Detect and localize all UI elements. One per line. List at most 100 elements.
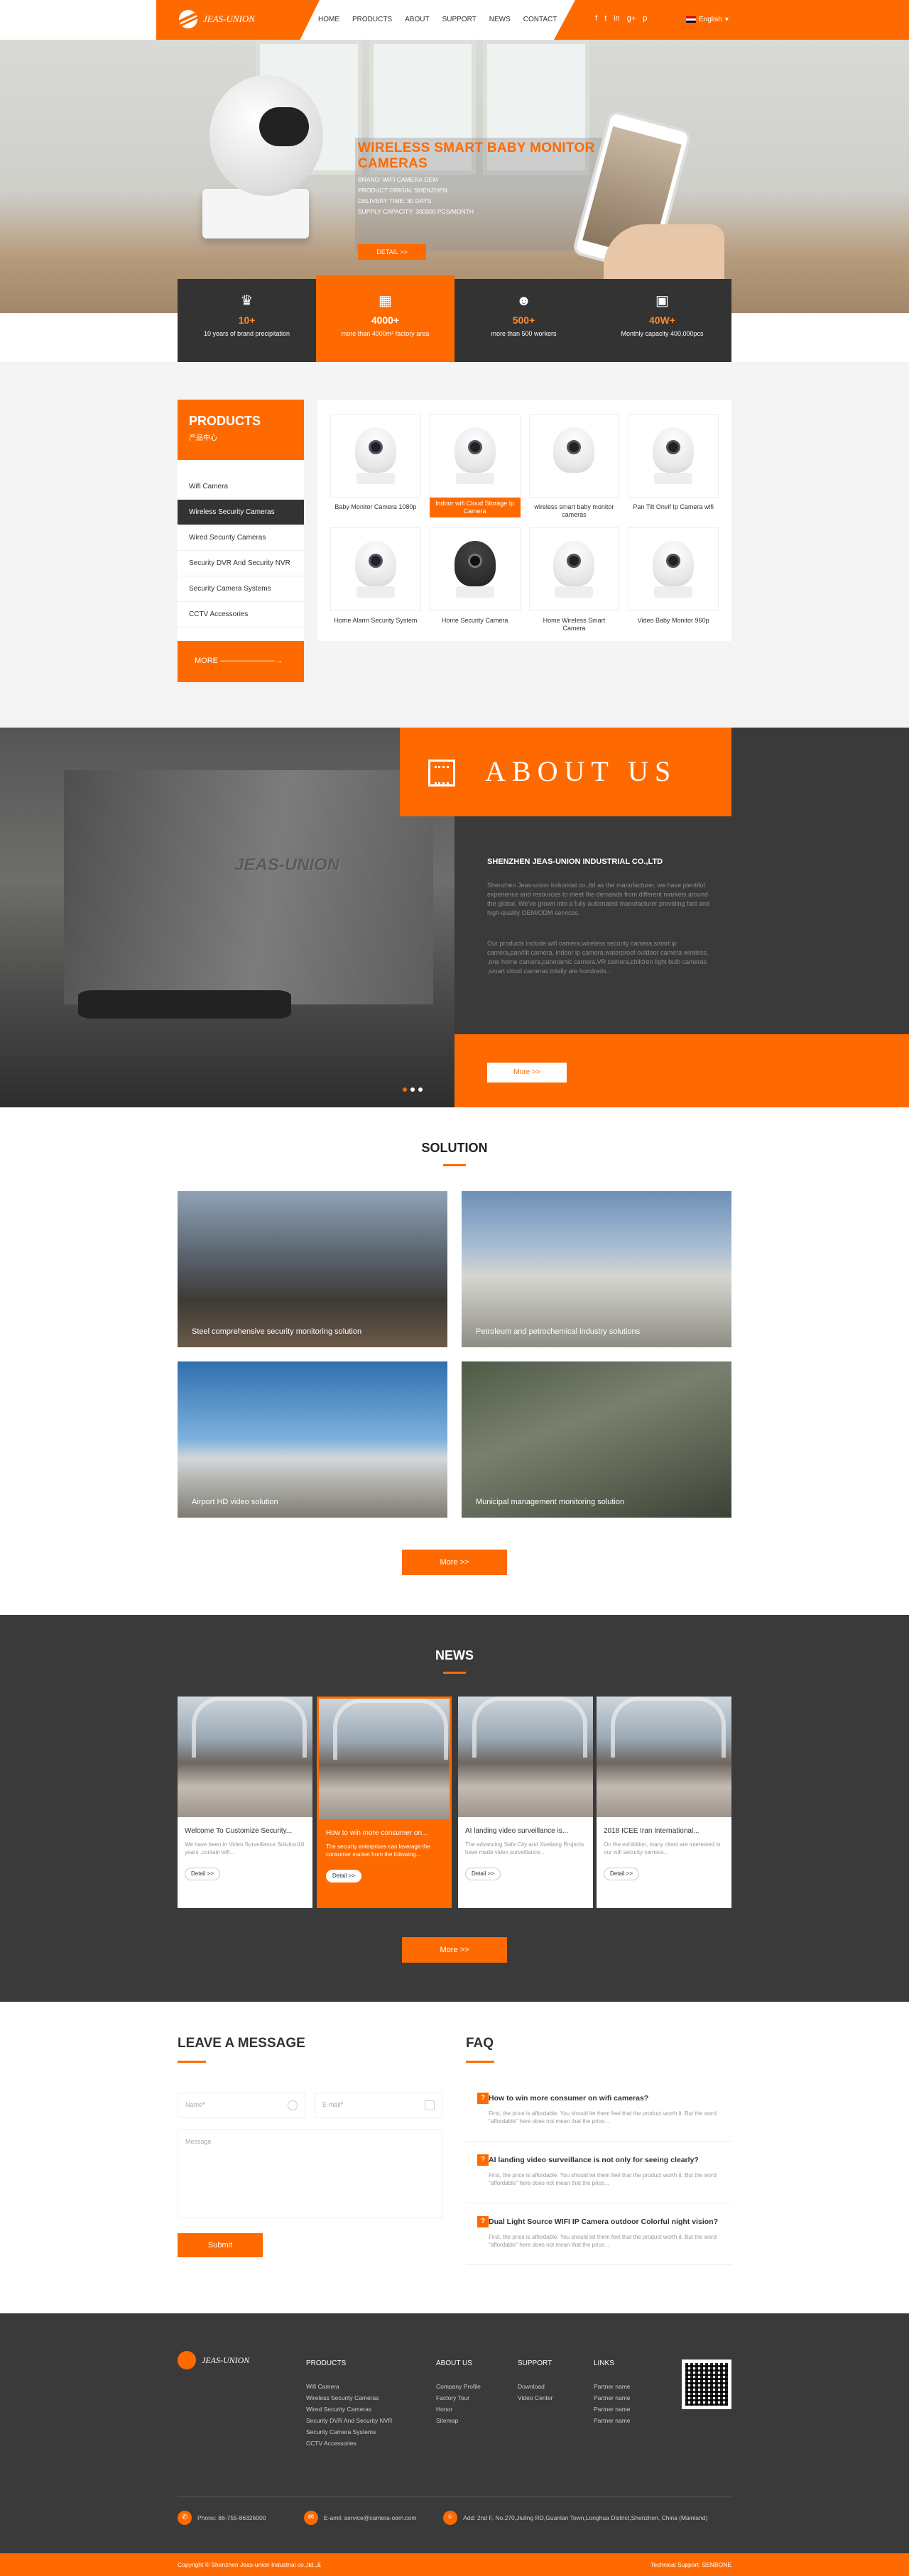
product-card-selected[interactable]: Indoor wifi Cloud Storage Ip Camera	[429, 414, 521, 519]
product-card[interactable]: wireless smart baby monitor cameras	[528, 414, 620, 519]
solution-caption: Municipal management monitoring solution	[476, 1498, 625, 1506]
product-image	[330, 414, 421, 498]
camera-image	[454, 541, 496, 586]
solution-card[interactable]: Petroleum and petrochemical industry sol…	[462, 1191, 731, 1347]
office-wall	[64, 770, 433, 1004]
site-logo[interactable]: JEAS-UNION	[179, 10, 255, 28]
nav-home[interactable]: HOME	[318, 16, 339, 23]
footer-link[interactable]: Wired Security Cameras	[306, 2404, 392, 2415]
hero-detail-button[interactable]: DETAIL >>	[358, 244, 426, 260]
solution-more-button[interactable]: More >>	[402, 1550, 507, 1575]
footer-link[interactable]: CCTV Accessories	[306, 2438, 392, 2449]
product-card[interactable]: Baby Monitor Camera 1080p	[330, 414, 421, 519]
crown-icon: ♛	[240, 293, 254, 309]
google-plus-icon[interactable]: g+	[627, 14, 636, 23]
nav-about[interactable]: ABOUT	[405, 16, 429, 23]
carousel-dot[interactable]	[403, 1087, 407, 1092]
camera-lens	[567, 554, 582, 568]
footer-link[interactable]: Security Camera Systems	[306, 2426, 392, 2438]
solution-card[interactable]: Airport HD video solution	[178, 1361, 447, 1518]
footer-link[interactable]: Partner name	[594, 2381, 631, 2392]
footer-link[interactable]: Company Profile	[436, 2381, 481, 2392]
footer-link[interactable]: Security DVR And Security NVR	[306, 2415, 392, 2426]
stat-number: 4000+	[371, 314, 400, 326]
meeting-table	[78, 990, 291, 1019]
news-card[interactable]: 2018 ICEE Iran International... On the e…	[597, 1697, 731, 1908]
solution-caption: Airport HD video solution	[192, 1498, 278, 1506]
news-title-text: 2018 ICEE Iran International...	[604, 1827, 700, 1835]
footer-link[interactable]: Sitemap	[436, 2415, 481, 2426]
nav-support[interactable]: SUPPORT	[442, 16, 477, 23]
carousel-dot[interactable]	[410, 1087, 415, 1092]
faq-item[interactable]: ? How to win more consumer on wifi camer…	[466, 2088, 731, 2142]
solution-card[interactable]: Steel comprehensive security monitoring …	[178, 1191, 447, 1347]
pinterest-icon[interactable]: p	[643, 14, 647, 23]
twitter-icon[interactable]: t	[604, 14, 606, 23]
footer-link[interactable]: Video Center	[518, 2392, 553, 2404]
category-item[interactable]: Wifi Camera	[178, 474, 304, 500]
product-card[interactable]: Video Baby Monitor 960p	[628, 527, 719, 632]
footer-logo[interactable]: JEAS-UNION	[178, 2351, 249, 2369]
company-name: SHENZHEN JEAS-UNION INDUSTRIAL CO.,LTD	[487, 857, 663, 866]
footer-email[interactable]: ✉ E-amil: service@camera-oem.com	[304, 2511, 417, 2525]
nav-products[interactable]: PRODUCTS	[352, 16, 392, 23]
footer-about: ABOUT US Company Profile Factory Tour Ho…	[436, 2358, 481, 2426]
products-subtitle: 产品中心	[189, 434, 217, 442]
product-name: Video Baby Monitor 960p	[637, 617, 709, 624]
news-card[interactable]: Welcome To Customize Security... We have…	[178, 1697, 312, 1908]
qr-code-pattern	[685, 2363, 728, 2406]
title-underline	[443, 1672, 466, 1674]
news-image	[319, 1699, 450, 1819]
social-links: f t in g+ p	[595, 14, 647, 23]
product-card[interactable]: Home Security Camera	[429, 527, 521, 632]
carousel-dot[interactable]	[418, 1087, 423, 1092]
required-mark: *	[340, 2101, 344, 2108]
news-card[interactable]: AI landing video surveillance is... The …	[458, 1697, 593, 1908]
news-more-button[interactable]: More >>	[402, 1937, 507, 1963]
news-detail-button[interactable]: Detail >>	[465, 1868, 501, 1880]
stat-workers: ☻ 500+ more than 500 workers	[454, 279, 593, 362]
product-name: wireless smart baby monitor cameras	[534, 503, 614, 518]
footer-products: PRODUCTS Wifi Camera Wireless Security C…	[306, 2358, 392, 2449]
news-detail-button[interactable]: Detail >>	[604, 1868, 639, 1880]
camera-lens	[467, 440, 482, 454]
faq-item[interactable]: ? AI landing video surveillance is not o…	[466, 2150, 731, 2203]
faq-item[interactable]: ? Dual Light Source WIFI IP Camera outdo…	[466, 2212, 731, 2265]
technical-support-text[interactable]: Technical Support: SENBONE	[651, 2561, 731, 2568]
required-mark: *	[202, 2101, 205, 2108]
news-card-selected[interactable]: How to win more consumer on... The secur…	[317, 1697, 452, 1908]
product-name: Home Security Camera	[441, 617, 508, 624]
footer-link[interactable]: Partner name	[594, 2415, 631, 2426]
linkedin-icon[interactable]: in	[614, 14, 620, 23]
category-item[interactable]: Wired Security Cameras	[178, 525, 304, 551]
footer-link[interactable]: Partner name	[594, 2392, 631, 2404]
products-more-button[interactable]: MORE ———————→	[178, 641, 304, 682]
nav-news[interactable]: NEWS	[489, 16, 511, 23]
message-field[interactable]: Message	[178, 2130, 442, 2218]
about-title-box: ABOUT US	[400, 728, 731, 816]
product-card[interactable]: Home Alarm Security System	[330, 527, 421, 632]
category-item[interactable]: Security Camera Systems	[178, 576, 304, 602]
faq-question: AI landing video surveillance is not onl…	[489, 2156, 699, 2164]
category-item[interactable]: Security DVR And Security NVR	[178, 551, 304, 576]
category-item-selected[interactable]: Wireless Security Cameras	[178, 500, 304, 525]
footer-link[interactable]: Partner name	[594, 2404, 631, 2415]
footer-link[interactable]: Honor	[436, 2404, 481, 2415]
footer-link[interactable]: Factory Tour	[436, 2392, 481, 2404]
footer-link[interactable]: Wireless Security Cameras	[306, 2392, 392, 2404]
email-field[interactable]: E-mail*	[315, 2093, 442, 2118]
product-card[interactable]: Home Wireless Smart Camera	[528, 527, 620, 632]
news-detail-button[interactable]: Detail >>	[326, 1870, 361, 1882]
name-field[interactable]: Name*	[178, 2093, 305, 2118]
submit-button[interactable]: Submit	[178, 2233, 263, 2257]
facebook-icon[interactable]: f	[595, 14, 597, 23]
footer-link[interactable]: Download	[518, 2381, 553, 2392]
about-more-button[interactable]: More >>	[487, 1063, 567, 1083]
category-item[interactable]: CCTV Accessories	[178, 602, 304, 627]
nav-contact[interactable]: CONTACT	[523, 16, 557, 23]
footer-link[interactable]: Wifi Camera	[306, 2381, 392, 2392]
news-detail-button[interactable]: Detail >>	[185, 1868, 220, 1880]
language-selector[interactable]: English ▾	[686, 16, 729, 23]
solution-card[interactable]: Municipal management monitoring solution	[462, 1361, 731, 1518]
product-card[interactable]: Pan Tilt Onvif Ip Camera wifi	[628, 414, 719, 519]
